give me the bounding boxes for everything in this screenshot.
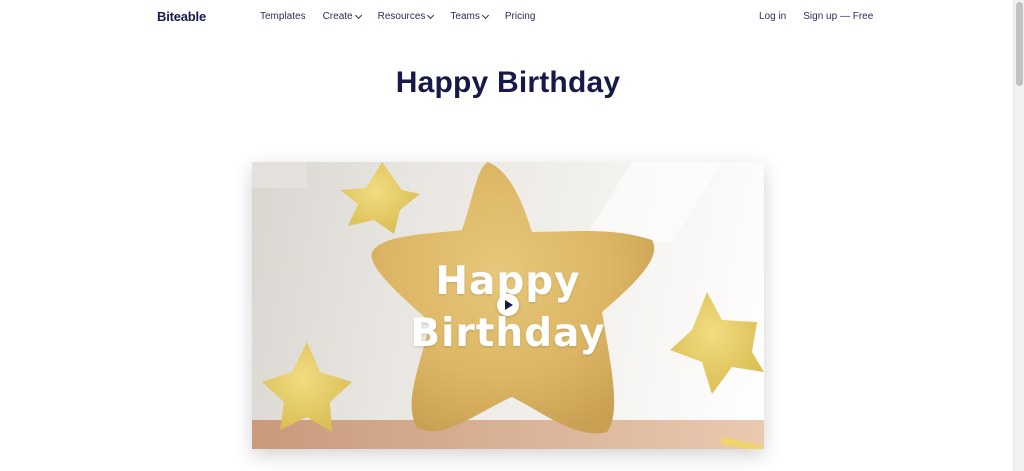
nav-item-pricing[interactable]: Pricing — [505, 11, 536, 22]
site-header: Biteable Templates Create Resources Team… — [0, 0, 1013, 34]
play-button[interactable] — [497, 294, 519, 316]
play-icon — [505, 300, 513, 310]
nav-label: Templates — [260, 11, 306, 22]
account-links: Log in Sign up — Free — [759, 11, 873, 22]
nav-label: Pricing — [504, 11, 536, 22]
chevron-down-icon — [427, 11, 435, 19]
main-nav: Templates Create Resources Teams Pricing — [260, 11, 552, 22]
nav-item-templates[interactable]: Templates — [260, 11, 306, 22]
vertical-scrollbar[interactable] — [1013, 0, 1024, 471]
video-overlay-title-line2: Birthday — [410, 311, 606, 356]
chevron-down-icon — [481, 11, 489, 19]
scrollbar-thumb[interactable] — [1016, 2, 1023, 86]
nav-label: Create — [322, 11, 353, 22]
biteable-logo[interactable]: Biteable — [157, 9, 206, 24]
nav-label: Teams — [450, 11, 480, 22]
page: Biteable Templates Create Resources Team… — [0, 0, 1024, 471]
login-link[interactable]: Log in — [759, 11, 786, 22]
nav-item-resources[interactable]: Resources — [377, 11, 435, 22]
signup-link[interactable]: Sign up — Free — [803, 11, 873, 22]
chevron-down-icon — [354, 11, 362, 19]
nav-item-teams[interactable]: Teams — [450, 11, 489, 22]
video-player[interactable]: Happy Birthday — [252, 162, 764, 449]
page-title: Happy Birthday — [395, 66, 621, 99]
nav-label: Resources — [377, 11, 426, 22]
nav-item-create[interactable]: Create — [322, 11, 362, 22]
